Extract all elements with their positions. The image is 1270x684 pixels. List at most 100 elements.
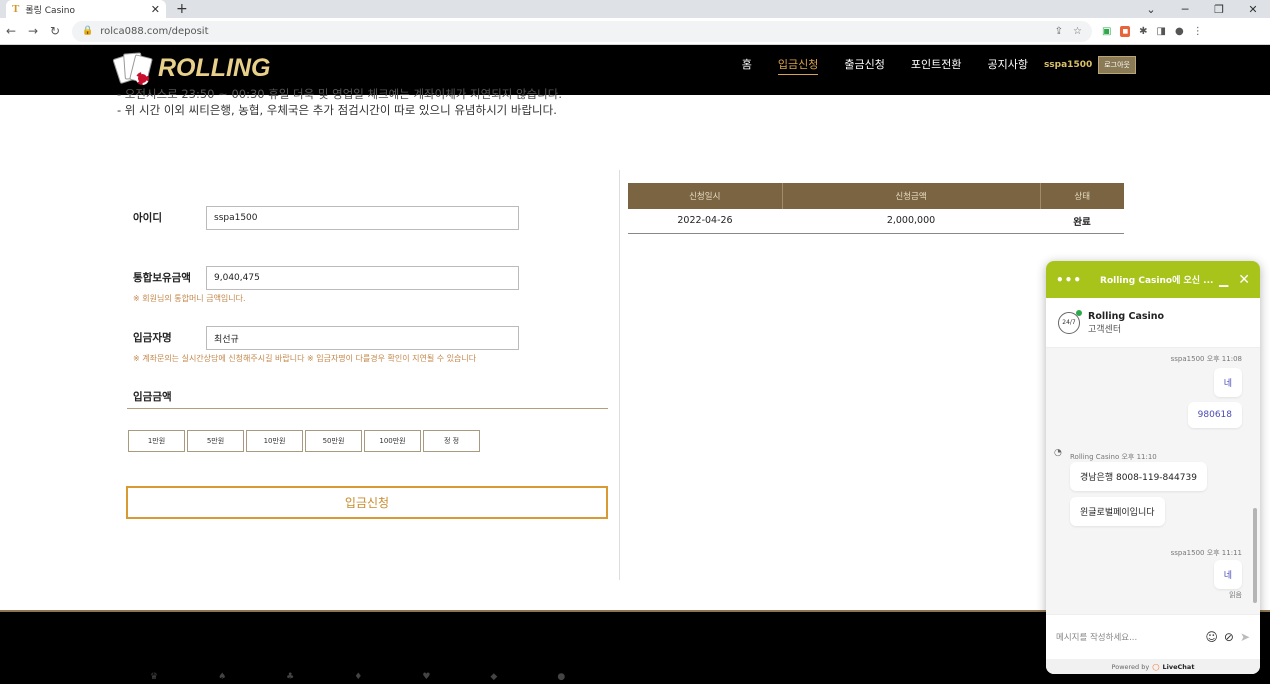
more-icon[interactable]: ••• — [1056, 273, 1082, 287]
column-divider — [619, 170, 620, 580]
agent-small-icon: ◔ — [1054, 448, 1062, 458]
sidepanel-icon[interactable]: ◨ — [1157, 26, 1166, 37]
amount-100k-button[interactable]: 10만원 — [246, 430, 303, 452]
table-row: 2022-04-26 2,000,000 완료 — [628, 209, 1124, 234]
puzzle-icon[interactable]: ✱ — [1139, 26, 1147, 37]
notice-line: - 오전시스로 23:50 ~ 00:30 휴일 더욱 및 영업일 체크예는 계… — [117, 87, 562, 101]
minimize-icon[interactable]: ─ — [1168, 3, 1202, 16]
menu-icon[interactable]: ⋮ — [1193, 26, 1203, 37]
forward-icon[interactable]: → — [22, 24, 44, 38]
provider-logo-icon: ♛ — [150, 672, 159, 682]
nav-notice[interactable]: 공지사항 — [987, 56, 1027, 74]
online-status-icon — [1076, 309, 1082, 316]
support-avatar-icon: 24/7 — [1058, 309, 1082, 334]
url-field[interactable]: 🔒 rolca088.com/deposit ⇪ ☆ — [72, 20, 1092, 42]
nav-home[interactable]: 홈 — [742, 56, 752, 74]
read-receipt: 읽음 — [1229, 591, 1242, 599]
browser-tab[interactable]: T 롤링 Casino ✕ — [6, 0, 166, 18]
notice-line: - 위 시간 이외 씨티은행, 농협, 우체국은 추가 점검시간이 따로 있으니… — [117, 103, 557, 117]
id-field[interactable]: sspa1500 — [206, 206, 519, 230]
provider-logos: ♛ ♠ ♣ ♦ ♥ ◆ ● — [150, 672, 565, 682]
balance-label: 통합보유금액 — [133, 272, 191, 284]
main-nav: 홈 입금신청 출금신청 포인트전환 공지사항 sspa1500 로그아웃 — [742, 45, 1270, 85]
row-date: 2022-04-26 — [628, 209, 782, 234]
logout-button[interactable]: 로그아웃 — [1098, 56, 1136, 74]
row-status: 완료 — [1040, 209, 1124, 234]
deposit-notice: - 오전시스로 23:50 ~ 00:30 휴일 더욱 및 영업일 체크예는 계… — [117, 87, 562, 118]
livechat-logo-icon: ◯ — [1152, 662, 1160, 671]
powered-label: Powered by — [1111, 662, 1150, 671]
message-bubble: 경남은행 8008-119-844739 — [1070, 462, 1207, 491]
provider-logo-icon: ♣ — [286, 672, 295, 682]
chat-scrollbar[interactable] — [1253, 353, 1257, 608]
depositor-field[interactable]: 최선규 — [206, 326, 519, 350]
site-favicon-icon: T — [12, 3, 20, 15]
lock-icon: 🔒 — [82, 26, 94, 36]
chevron-down-icon[interactable]: ⌄ — [1134, 3, 1168, 16]
chat-agent: 24/7 Rolling Casino 고객센터 — [1046, 298, 1260, 348]
extension-green-icon[interactable]: ▣ — [1102, 26, 1111, 37]
col-amount: 신청금액 — [781, 183, 1040, 209]
provider-logo-icon: ♦ — [354, 672, 363, 682]
minimize-chat-icon[interactable]: ▁ — [1219, 273, 1228, 287]
close-chat-icon[interactable]: ✕ — [1238, 272, 1250, 288]
deposit-history-table: 신청일시 신청금액 상태 2022-04-26 2,000,000 완료 — [628, 183, 1124, 234]
avatar-text: 24/7 — [1062, 319, 1076, 326]
amount-divider — [127, 408, 608, 409]
livechat-widget: ••• Rolling Casino에 오신 ... ▁ ✕ 24/7 Roll… — [1046, 261, 1260, 674]
agent-department: 고객센터 — [1088, 324, 1122, 335]
depositor-label: 입금자명 — [133, 332, 172, 344]
message-meta: sspa1500 오후 11:11 — [1170, 549, 1242, 557]
message-bubble: 980618 — [1187, 402, 1242, 428]
powered-brand: LiveChat — [1162, 662, 1195, 671]
chat-message-input[interactable]: 메시지를 작성하세요... — [1056, 631, 1199, 643]
window-controls: ⌄ ─ ❐ ✕ — [1134, 0, 1270, 18]
chat-title: Rolling Casino에 오신 ... — [1100, 276, 1214, 286]
profile-icon[interactable]: ● — [1175, 26, 1184, 37]
depositor-hint: ※ 계좌문의는 실시간상담에 신청해주시길 바랍니다 ※ 입금자명이 다를경우 … — [133, 354, 477, 363]
agent-name: Rolling Casino — [1088, 310, 1165, 322]
nav-deposit[interactable]: 입금신청 — [777, 56, 819, 75]
amount-500k-button[interactable]: 50만원 — [305, 430, 362, 452]
deposit-submit-button[interactable]: 입금신청 — [126, 486, 608, 519]
emoji-icon[interactable]: ☺ — [1205, 630, 1218, 644]
send-icon[interactable]: ➤ — [1240, 630, 1250, 644]
nav-point-exchange[interactable]: 포인트전환 — [911, 56, 962, 74]
chat-messages[interactable]: sspa1500 오후 11:08 네 980618 ◔ Rolling Cas… — [1046, 348, 1260, 614]
amount-10k-button[interactable]: 1만원 — [128, 430, 185, 452]
amount-50k-button[interactable]: 5만원 — [187, 430, 244, 452]
col-status: 상태 — [1039, 183, 1124, 209]
star-icon[interactable]: ☆ — [1073, 26, 1082, 37]
message-meta: sspa1500 오후 11:08 — [1170, 355, 1242, 363]
site-logo[interactable]: ROLLING — [112, 50, 271, 86]
url-text: rolca088.com/deposit — [100, 25, 209, 37]
powered-by: Powered by ◯ LiveChat — [1046, 659, 1260, 674]
extensions: ▣ ■ ✱ ◨ ● ⋮ — [1102, 25, 1203, 37]
back-icon[interactable]: ← — [0, 24, 22, 38]
nav-withdraw[interactable]: 출금신청 — [844, 56, 884, 74]
address-bar: ← → ↻ 🔒 rolca088.com/deposit ⇪ ☆ ▣ ■ ✱ ◨… — [0, 18, 1270, 45]
amount-1m-button[interactable]: 100만원 — [364, 430, 421, 452]
message-bubble: 네 — [1213, 368, 1242, 397]
row-amount: 2,000,000 — [782, 209, 1040, 234]
reload-icon[interactable]: ↻ — [44, 24, 66, 38]
close-tab-icon[interactable]: ✕ — [151, 3, 160, 16]
message-meta: Rolling Casino 오후 11:10 — [1070, 453, 1157, 461]
close-window-icon[interactable]: ✕ — [1236, 3, 1270, 16]
cards-logo-icon — [112, 50, 154, 86]
amount-reset-button[interactable]: 정 정 — [423, 430, 480, 452]
restore-icon[interactable]: ❐ — [1202, 3, 1236, 16]
extension-red-icon[interactable]: ■ — [1120, 25, 1131, 37]
amount-label: 입금금액 — [133, 391, 172, 403]
attach-icon[interactable]: ⊘ — [1224, 630, 1234, 644]
share-icon[interactable]: ⇪ — [1055, 26, 1063, 37]
message-bubble: 윈글로벌페이입니다 — [1070, 497, 1165, 526]
message-bubble: 네 — [1213, 560, 1242, 589]
amount-buttons: 1만원 5만원 10만원 50만원 100만원 정 정 — [128, 430, 480, 452]
new-tab-button[interactable]: + — [176, 0, 188, 18]
balance-field[interactable]: 9,040,475 — [206, 266, 519, 290]
provider-logo-icon: ♠ — [218, 672, 227, 682]
tab-title: 롤링 Casino — [25, 5, 75, 16]
browser-tabbar: T 롤링 Casino ✕ + ⌄ ─ ❐ ✕ — [0, 0, 1270, 18]
chat-header: ••• Rolling Casino에 오신 ... ▁ ✕ — [1046, 261, 1260, 298]
